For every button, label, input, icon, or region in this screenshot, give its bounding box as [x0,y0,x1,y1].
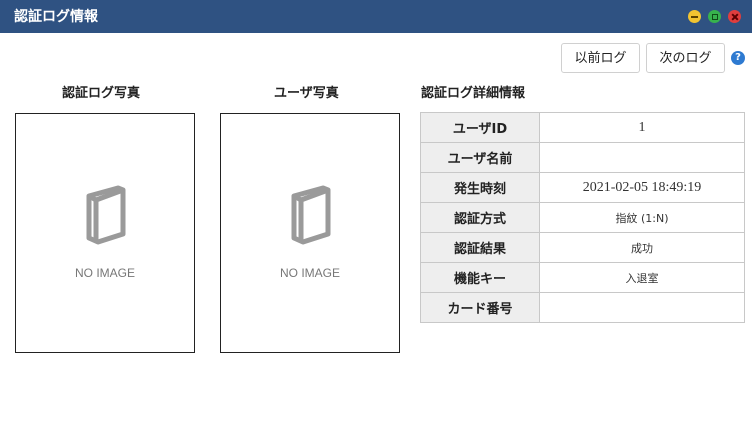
minimize-icon[interactable] [688,10,701,23]
auth-photo-title: 認証ログ写真 [62,86,141,101]
table-row: ユーザ名前 [420,142,745,173]
user-photo-title: ユーザ写真 [274,86,339,101]
next-log-button[interactable]: 次のログ [646,43,725,73]
table-row: 発生時刻 2021-02-05 18:49:19 [420,172,745,203]
window-title: 認証ログ情報 [14,9,98,25]
event-time-label: 発生時刻 [420,172,540,203]
window-titlebar: 認証ログ情報 [0,0,752,33]
auth-result-label: 認証結果 [420,232,540,263]
maximize-icon[interactable] [708,10,721,23]
no-image-text: NO IMAGE [279,266,340,280]
table-row: 機能キー 入退室 [420,262,745,293]
auth-result-value: 成功 [539,232,745,263]
function-key-label: 機能キー [420,262,540,293]
user-id-label: ユーザID [420,112,540,143]
previous-log-button[interactable]: 以前ログ [561,43,640,73]
user-name-value [539,142,745,173]
user-name-label: ユーザ名前 [420,142,540,173]
no-image-text: NO IMAGE [74,266,135,280]
auth-method-value: 指紋 (1:N) [539,202,745,233]
help-icon[interactable]: ? [731,51,745,65]
table-row: 認証方式 指紋 (1:N) [420,202,745,233]
detail-table: ユーザID 1 ユーザ名前 発生時刻 2021-02-05 18:49:19 認… [420,112,745,323]
card-number-value [539,292,745,323]
event-time-value: 2021-02-05 18:49:19 [539,172,745,203]
no-image-icon [291,185,331,245]
table-row: ユーザID 1 [420,112,745,143]
user-id-value: 1 [539,112,745,143]
auth-method-label: 認証方式 [420,202,540,233]
table-row: カード番号 [420,292,745,323]
function-key-value: 入退室 [539,262,745,293]
no-image-icon [86,185,126,245]
table-row: 認証結果 成功 [420,232,745,263]
user-photo-frame: NO IMAGE [220,113,400,353]
card-number-label: カード番号 [420,292,540,323]
detail-title: 認証ログ詳細情報 [421,86,526,101]
close-icon[interactable] [728,10,741,23]
auth-photo-frame: NO IMAGE [15,113,195,353]
